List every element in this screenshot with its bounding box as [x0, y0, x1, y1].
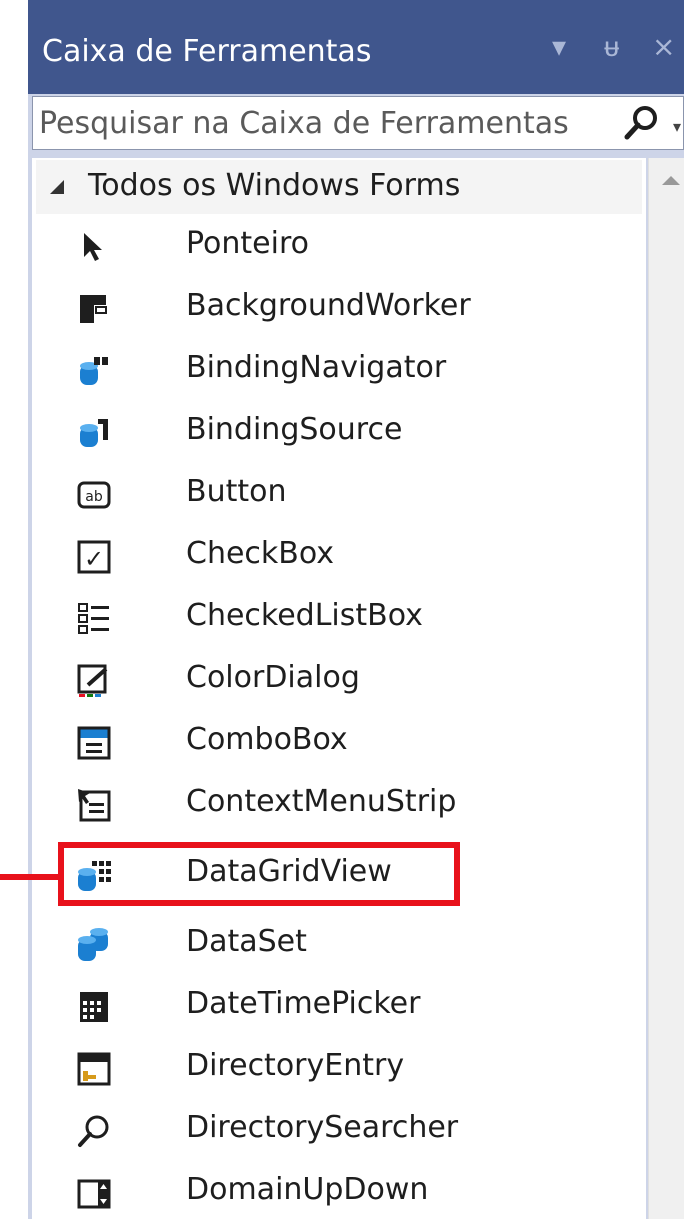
toolbox-item-colordialog[interactable]: ColorDialog: [36, 650, 642, 712]
toolbox-search-input[interactable]: Pesquisar na Caixa de Ferramentas ▾: [32, 96, 684, 150]
toolbox-item-checkedlistbox[interactable]: CheckedListBox: [36, 588, 642, 650]
pin-icon[interactable]: ᵾ: [604, 30, 619, 63]
outer-frame: [0, 0, 28, 1219]
context-menu-strip-icon: [78, 789, 111, 822]
toolbox-item-checkbox[interactable]: ✓ CheckBox: [36, 526, 642, 588]
toolbox-item-directorysearcher[interactable]: DirectorySearcher: [36, 1100, 642, 1162]
item-label: ColorDialog: [186, 660, 360, 695]
data-set-icon: [78, 928, 108, 961]
color-dialog-icon: [77, 664, 108, 697]
svg-text:ab: ab: [85, 489, 103, 505]
toolbox-item-datetimepicker[interactable]: DateTimePicker: [36, 976, 642, 1038]
binding-source-icon: [80, 419, 108, 447]
background-worker-icon: [80, 295, 107, 323]
svg-text:✓: ✓: [84, 545, 104, 573]
toolbox-panel: Caixa de Ferramentas ▾ ᵾ × Pesquisar na …: [0, 0, 684, 1219]
search-icon[interactable]: [621, 103, 661, 143]
checkbox-icon: ✓: [77, 540, 111, 574]
toolbox-titlebar[interactable]: Caixa de Ferramentas ▾ ᵾ ×: [28, 0, 684, 94]
toolbox-item-bindingnavigator[interactable]: BindingNavigator: [36, 340, 642, 402]
toolbox-item-bindingsource[interactable]: BindingSource: [36, 402, 642, 464]
item-label: ComboBox: [186, 722, 348, 757]
toolbox-item-directoryentry[interactable]: DirectoryEntry: [36, 1038, 642, 1100]
close-icon[interactable]: ×: [652, 30, 675, 63]
checked-list-box-icon: [78, 603, 109, 634]
item-label: ContextMenuStrip: [186, 784, 457, 819]
date-time-picker-icon: [80, 992, 108, 1022]
item-label: DataSet: [186, 924, 307, 959]
button-icon: ab: [77, 481, 111, 509]
item-label: DirectoryEntry: [186, 1048, 405, 1083]
item-label: Button: [186, 474, 287, 509]
scroll-up-arrow-icon[interactable]: [662, 176, 680, 185]
item-label: DateTimePicker: [186, 986, 421, 1021]
collapse-triangle-icon[interactable]: [50, 180, 64, 194]
binding-navigator-icon: [80, 357, 108, 385]
item-label: CheckedListBox: [186, 598, 423, 633]
search-options-dropdown-icon[interactable]: ▾: [673, 117, 681, 136]
toolbox-item-ponteiro[interactable]: Ponteiro: [36, 216, 642, 278]
toolbox-item-list: Todos os Windows Forms Ponteiro Backgrou…: [32, 158, 646, 1219]
item-label: CheckBox: [186, 536, 335, 571]
window-position-dropdown-icon[interactable]: ▾: [552, 30, 566, 63]
domain-up-down-icon: [77, 1179, 111, 1209]
directory-searcher-icon: [78, 1115, 109, 1147]
group-header-all-windows-forms[interactable]: Todos os Windows Forms: [36, 160, 642, 214]
item-label: DirectorySearcher: [186, 1110, 459, 1145]
highlight-pointer-line: [0, 874, 64, 880]
datagridview-highlight-box: [58, 842, 460, 906]
pointer-icon: [84, 233, 102, 261]
toolbox-item-domainupdown[interactable]: DomainUpDown: [36, 1162, 642, 1224]
toolbox-item-contextmenustrip[interactable]: ContextMenuStrip: [36, 774, 642, 836]
item-label: BindingSource: [186, 412, 403, 447]
directory-entry-icon: [77, 1052, 111, 1086]
toolbox-item-backgroundworker[interactable]: BackgroundWorker: [36, 278, 642, 340]
item-label: DomainUpDown: [186, 1172, 429, 1207]
search-placeholder: Pesquisar na Caixa de Ferramentas: [39, 106, 569, 141]
toolbox-title: Caixa de Ferramentas: [42, 34, 372, 69]
item-label: BackgroundWorker: [186, 288, 471, 323]
item-label: BindingNavigator: [186, 350, 447, 385]
toolbox-item-button[interactable]: ab Button: [36, 464, 642, 526]
toolbox-item-combobox[interactable]: ComboBox: [36, 712, 642, 774]
group-label: Todos os Windows Forms: [88, 168, 461, 203]
toolbox-item-dataset[interactable]: DataSet: [36, 914, 642, 976]
item-label: Ponteiro: [186, 226, 309, 261]
vertical-scrollbar[interactable]: [648, 158, 684, 1219]
combo-box-icon: [77, 726, 111, 760]
